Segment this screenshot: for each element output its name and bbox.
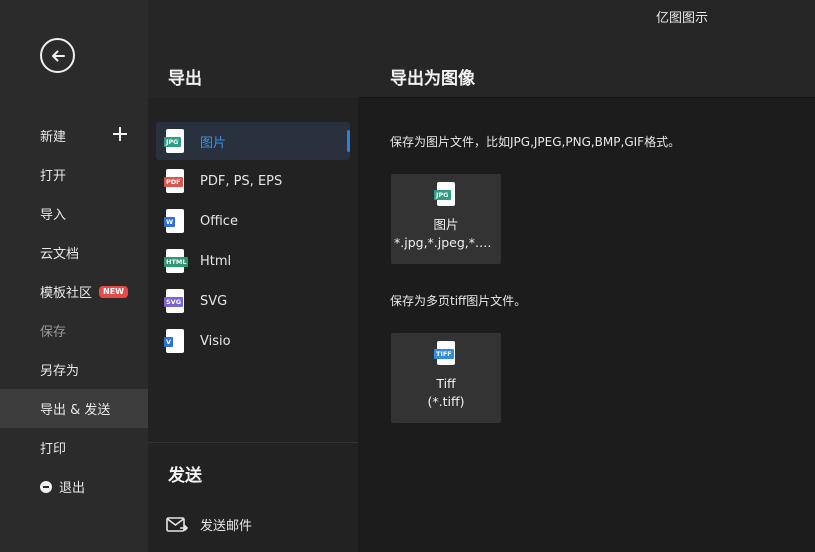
sidebar-item-import[interactable]: 导入: [0, 194, 148, 233]
export-tiff-card[interactable]: TIFF Tiff (*.tiff): [391, 333, 501, 423]
exit-icon: [40, 480, 52, 493]
sidebar: 新建 打开 导入 云文档 模板社区 NEW 保存 另存为 导出 & 发送 打印: [0, 0, 148, 552]
format-label: 图片: [200, 135, 227, 151]
divider: [148, 442, 358, 443]
export-panel: 导出 JPG 图片 PDF PDF, PS, EPS W Office HTML…: [148, 0, 358, 552]
sidebar-item-print[interactable]: 打印: [0, 428, 148, 467]
sidebar-item-label: 退出: [59, 481, 86, 496]
jpg-file-icon: JPG: [164, 129, 186, 153]
sidebar-item-save[interactable]: 保存: [0, 311, 148, 350]
format-label: PDF, PS, EPS: [200, 173, 283, 189]
new-badge: NEW: [99, 285, 128, 298]
sidebar-menu: 新建 打开 导入 云文档 模板社区 NEW 保存 另存为 导出 & 发送 打印: [0, 116, 148, 506]
pdf-file-icon: PDF: [164, 169, 186, 193]
format-label: Visio: [200, 333, 231, 349]
sidebar-item-new[interactable]: 新建: [0, 116, 148, 155]
plus-icon: [113, 127, 127, 141]
send-mail-item[interactable]: 发送邮件: [166, 515, 252, 534]
format-item-html[interactable]: HTML Html: [156, 242, 350, 280]
sidebar-item-templates[interactable]: 模板社区 NEW: [0, 272, 148, 311]
format-item-pdf[interactable]: PDF PDF, PS, EPS: [156, 162, 350, 200]
tiff-description: 保存为多页tiff图片文件。: [390, 294, 527, 308]
format-item-office[interactable]: W Office: [156, 202, 350, 240]
jpg-file-icon: JPG: [434, 182, 458, 208]
back-button[interactable]: [40, 38, 75, 73]
sidebar-item-label: 保存: [40, 325, 67, 340]
format-item-image[interactable]: JPG 图片: [156, 122, 350, 160]
card-label: 图片 *.jpg,*.jpeg,*.png,*.bmp,*.gif: [394, 217, 498, 250]
html-file-icon: HTML: [164, 249, 189, 273]
send-title: 发送: [168, 466, 202, 486]
sidebar-item-save-as[interactable]: 另存为: [0, 350, 148, 389]
sidebar-item-label: 云文档: [40, 247, 80, 262]
format-label: Office: [200, 213, 238, 229]
sidebar-item-open[interactable]: 打开: [0, 155, 148, 194]
card-label: Tiff (*.tiff): [427, 376, 465, 409]
sidebar-item-label: 打开: [40, 169, 67, 184]
sidebar-item-exit[interactable]: 退出: [0, 467, 148, 506]
sidebar-item-cloud[interactable]: 云文档: [0, 233, 148, 272]
sidebar-item-label: 新建: [40, 130, 67, 145]
export-panel-header: 导出: [148, 0, 358, 98]
export-title: 导出: [168, 69, 202, 89]
svg-file-icon: SVG: [164, 289, 186, 313]
export-image-card[interactable]: JPG 图片 *.jpg,*.jpeg,*.png,*.bmp,*.gif: [391, 174, 501, 264]
image-description: 保存为图片文件，比如JPG,JPEG,PNG,BMP,GIF格式。: [390, 135, 681, 149]
sidebar-item-label: 另存为: [40, 364, 80, 379]
sidebar-item-label: 导入: [40, 208, 67, 223]
format-item-visio[interactable]: V Visio: [156, 322, 350, 360]
sidebar-item-label: 打印: [40, 442, 67, 457]
send-mail-label: 发送邮件: [200, 519, 253, 534]
word-file-icon: W: [164, 209, 186, 233]
detail-title: 导出为图像: [390, 69, 475, 89]
sidebar-item-label: 导出 & 发送: [40, 403, 111, 418]
app-title: 亿图图示: [656, 11, 709, 26]
format-label: Html: [200, 253, 232, 269]
format-item-svg[interactable]: SVG SVG: [156, 282, 350, 320]
tiff-file-icon: TIFF: [434, 341, 458, 367]
sidebar-item-export-send[interactable]: 导出 & 发送: [0, 389, 148, 428]
format-list: JPG 图片 PDF PDF, PS, EPS W Office HTML Ht…: [148, 122, 358, 362]
detail-header: 亿图图示 导出为图像: [358, 0, 815, 98]
format-label: SVG: [200, 293, 228, 309]
visio-file-icon: V: [164, 329, 186, 353]
sidebar-item-label: 模板社区: [40, 286, 93, 301]
detail-panel: 亿图图示 导出为图像 保存为图片文件，比如JPG,JPEG,PNG,BMP,GI…: [358, 0, 815, 552]
mail-send-icon: [166, 516, 188, 532]
arrow-left-icon: [51, 50, 65, 61]
